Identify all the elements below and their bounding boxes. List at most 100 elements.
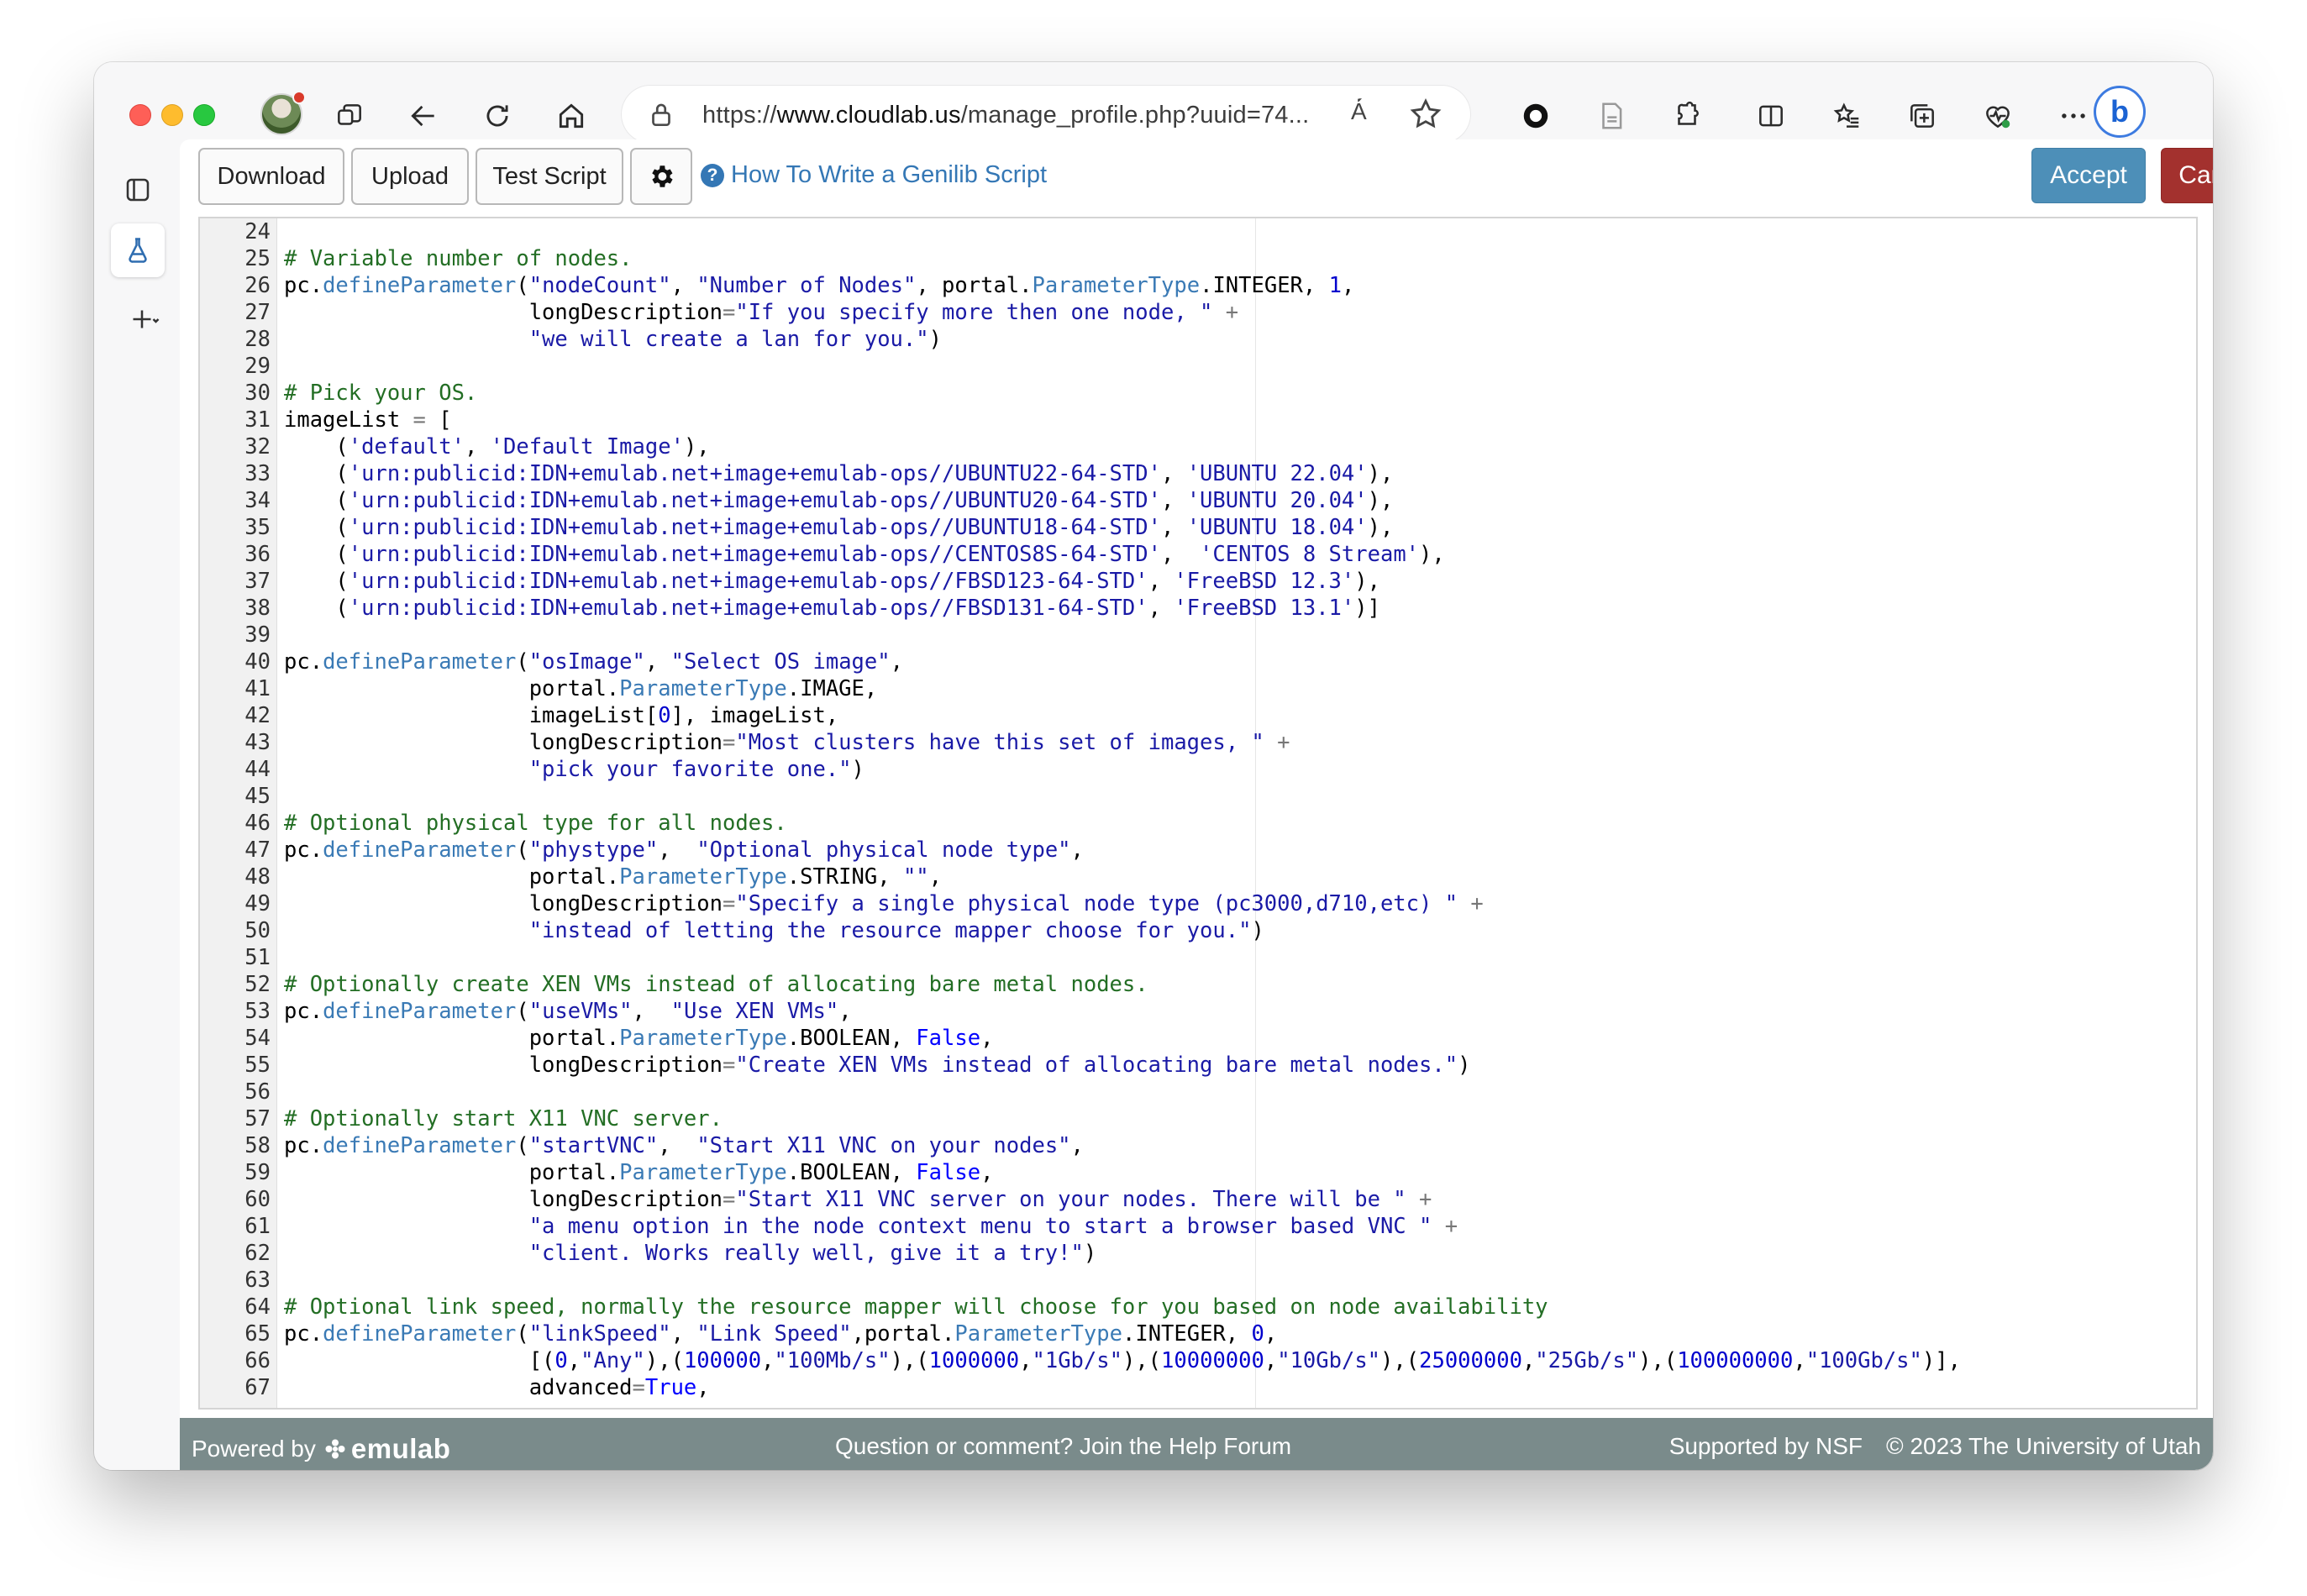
code-line[interactable]: 37 ('urn:publicid:IDN+emulab.net+image+e…: [200, 568, 2196, 595]
code-line[interactable]: 39: [200, 622, 2196, 648]
code-line[interactable]: 48 portal.ParameterType.STRING, "",: [200, 864, 2196, 890]
code-editor[interactable]: 24 25 # Variable number of nodes. 26 pc.defi…: [198, 217, 2198, 1410]
supported-by-nsf-link[interactable]: Supported by NSF: [1669, 1433, 1863, 1460]
code-line[interactable]: 40 pc.defineParameter("osImage", "Select …: [200, 648, 2196, 675]
code-text: advanced=True,: [284, 1374, 710, 1401]
more-options-icon[interactable]: [2048, 91, 2099, 141]
home-icon[interactable]: [546, 91, 596, 141]
settings-button[interactable]: [630, 148, 692, 205]
code-line[interactable]: 38 ('urn:publicid:IDN+emulab.net+image+e…: [200, 595, 2196, 622]
page-content: Download Upload Test Script ? How To Wri…: [180, 139, 2213, 1470]
code-token: ,: [890, 649, 903, 675]
code-line[interactable]: 57 # Optionally start X11 VNC server.: [200, 1105, 2196, 1132]
code-line[interactable]: 27 longDescription="If you specify more …: [200, 299, 2196, 326]
code-token: )],: [1921, 1348, 1961, 1373]
code-line[interactable]: 42 imageList[0], imageList,: [200, 702, 2196, 729]
code-text: portal.ParameterType.BOOLEAN, False,: [284, 1025, 994, 1052]
code-line[interactable]: 36 ('urn:publicid:IDN+emulab.net+image+e…: [200, 541, 2196, 568]
cancel-button[interactable]: Cancel: [2161, 148, 2213, 203]
code-line[interactable]: 31 imageList = [: [200, 407, 2196, 433]
code-line[interactable]: 28 "we will create a lan for you."): [200, 326, 2196, 353]
code-token: (: [516, 649, 529, 675]
emulab-logo[interactable]: emulab: [323, 1433, 451, 1465]
code-token: longDescription: [284, 1053, 723, 1078]
code-token: (: [284, 569, 349, 594]
code-line[interactable]: 25 # Variable number of nodes.: [200, 245, 2196, 272]
code-token: 100000: [683, 1348, 762, 1373]
browser-essentials-icon[interactable]: [1973, 91, 2023, 141]
code-line[interactable]: 51: [200, 944, 2196, 971]
code-line[interactable]: 32 ('default', 'Default Image'),: [200, 433, 2196, 460]
code-line[interactable]: 53 pc.defineParameter("useVMs", "Use XEN …: [200, 998, 2196, 1025]
code-line[interactable]: 41 portal.ParameterType.IMAGE,: [200, 675, 2196, 702]
upload-button[interactable]: Upload: [351, 148, 469, 205]
help-genilib-link[interactable]: ? How To Write a Genilib Script: [701, 161, 1047, 189]
line-number: 29: [244, 354, 271, 379]
collections-icon[interactable]: [1897, 91, 1947, 141]
code-token: "Most clusters have this set of images, …: [735, 730, 1264, 755]
bing-copilot-icon[interactable]: b: [2094, 86, 2146, 138]
help-forum-link[interactable]: Question or comment? Join the Help Forum: [835, 1433, 1291, 1460]
address-bar[interactable]: https://www.cloudlab.us/manage_profile.p…: [622, 86, 1470, 143]
code-line[interactable]: 26 pc.defineParameter("nodeCount", "Numbe…: [200, 272, 2196, 299]
window-maximize-button[interactable]: [193, 104, 215, 126]
active-tab-flask-icon[interactable]: [111, 223, 165, 277]
code-line[interactable]: 66 [(0,"Any"),(100000,"100Mb/s"),(100000…: [200, 1347, 2196, 1374]
code-line[interactable]: 46 # Optional physical type for all nodes…: [200, 810, 2196, 837]
code-line[interactable]: 58 pc.defineParameter("startVNC", "Start …: [200, 1132, 2196, 1159]
favorite-star-icon[interactable]: [1408, 97, 1443, 132]
code-line[interactable]: 49 longDescription="Specify a single phy…: [200, 890, 2196, 917]
code-token: "25Gb/s": [1535, 1348, 1639, 1373]
code-line[interactable]: 56: [200, 1079, 2196, 1105]
code-line[interactable]: 65 pc.defineParameter("linkSpeed", "Link …: [200, 1320, 2196, 1347]
document-extension-icon[interactable]: [1586, 91, 1637, 141]
code-line[interactable]: 52 # Optionally create XEN VMs instead of…: [200, 971, 2196, 998]
accept-button[interactable]: Accept: [2031, 148, 2146, 203]
workspaces-icon[interactable]: [324, 91, 375, 141]
download-button[interactable]: Download: [198, 148, 344, 205]
favorites-list-icon[interactable]: [1821, 91, 1872, 141]
code-line[interactable]: 29: [200, 353, 2196, 380]
code-token: defineParameter: [323, 649, 517, 675]
code-line[interactable]: 55 longDescription="Create XEN VMs inste…: [200, 1052, 2196, 1079]
code-line[interactable]: 34 ('urn:publicid:IDN+emulab.net+image+e…: [200, 487, 2196, 514]
window-close-button[interactable]: [129, 104, 151, 126]
code-line[interactable]: 67 advanced=True,: [200, 1374, 2196, 1401]
code-line[interactable]: 30 # Pick your OS.: [200, 380, 2196, 407]
gear-icon: [652, 165, 673, 187]
code-line[interactable]: 35 ('urn:publicid:IDN+emulab.net+image+e…: [200, 514, 2196, 541]
code-text: imageList = [: [284, 407, 452, 433]
code-line[interactable]: 47 pc.defineParameter("phystype", "Option…: [200, 837, 2196, 864]
code-line[interactable]: 62 "client. Works really well, give it a…: [200, 1240, 2196, 1267]
read-aloud-icon[interactable]: Ȧ́: [1351, 98, 1383, 130]
code-token: ParameterType: [619, 864, 787, 890]
window-minimize-button[interactable]: [161, 104, 183, 126]
new-tab-plus-icon[interactable]: [111, 292, 178, 346]
code-token: )]: [1354, 596, 1380, 621]
code-token: =: [722, 1187, 736, 1212]
code-line[interactable]: 45: [200, 783, 2196, 810]
code-line[interactable]: 59 portal.ParameterType.BOOLEAN, False,: [200, 1159, 2196, 1186]
code-line[interactable]: 54 portal.ParameterType.BOOLEAN, False,: [200, 1025, 2196, 1052]
code-token: ,: [1264, 1321, 1278, 1347]
code-line[interactable]: 61 "a menu option in the node context me…: [200, 1213, 2196, 1240]
extension-circle-icon[interactable]: [1511, 91, 1561, 141]
code-line[interactable]: 50 "instead of letting the resource mapp…: [200, 917, 2196, 944]
split-screen-icon[interactable]: [1746, 91, 1796, 141]
code-line[interactable]: 63: [200, 1267, 2196, 1294]
code-token: "Create XEN VMs instead of allocating ba…: [735, 1053, 1458, 1078]
code-line[interactable]: 33 ('urn:publicid:IDN+emulab.net+image+e…: [200, 460, 2196, 487]
code-line[interactable]: 44 "pick your favorite one."): [200, 756, 2196, 783]
code-token: (: [284, 434, 349, 459]
extensions-puzzle-icon[interactable]: [1662, 91, 1712, 141]
code-line[interactable]: 43 longDescription="Most clusters have t…: [200, 729, 2196, 756]
tab-actions-icon[interactable]: [111, 163, 165, 217]
back-arrow-icon[interactable]: [398, 91, 449, 141]
code-line[interactable]: 24: [200, 218, 2196, 245]
url-text[interactable]: https://www.cloudlab.us/manage_profile.p…: [702, 102, 1309, 129]
code-line[interactable]: 64 # Optional link speed, normally the re…: [200, 1294, 2196, 1320]
code-line[interactable]: 60 longDescription="Start X11 VNC server…: [200, 1186, 2196, 1213]
refresh-icon[interactable]: [472, 91, 523, 141]
test-script-button[interactable]: Test Script: [476, 148, 623, 205]
code-token: 'urn:publicid:IDN+emulab.net+image+emula…: [348, 488, 1161, 513]
